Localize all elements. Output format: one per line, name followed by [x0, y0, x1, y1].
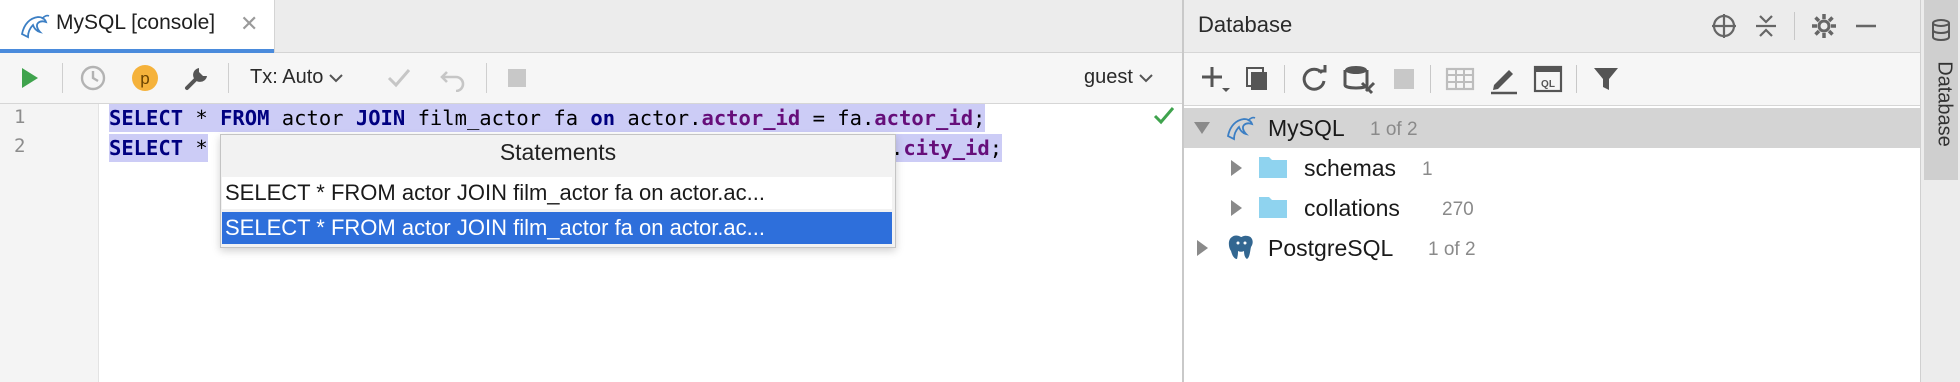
toolbar-divider [486, 63, 487, 93]
sql-keyword: JOIN [355, 106, 406, 130]
tree-node-postgresql[interactable]: PostgreSQL 1 of 2 [1184, 228, 1920, 268]
toolbar-divider [1430, 65, 1431, 93]
database-tree: MySQL 1 of 2 schemas 1 collations 270 Po… [1184, 106, 1920, 382]
crosshair-target-icon[interactable] [1710, 12, 1738, 40]
chevron-right-icon[interactable] [1226, 158, 1246, 178]
panel-title: Database [1198, 12, 1293, 37]
checkmark-icon [1153, 107, 1175, 125]
user-dropdown[interactable]: guest [1084, 66, 1153, 89]
statement-item-selected[interactable]: SELECT * FROM actor JOIN film_actor fa o… [222, 212, 892, 244]
chevron-down-icon [329, 74, 343, 83]
code-line-1: SELECT * FROM actor JOIN film_actor fa o… [109, 104, 986, 132]
toolbar-divider [1576, 65, 1577, 93]
history-icon[interactable] [76, 61, 110, 95]
sql-text: ; [989, 136, 1003, 160]
sql-text: * [183, 136, 208, 160]
tree-node-count: 270 [1442, 199, 1474, 220]
sql-text: ; [973, 106, 986, 130]
tab-mysql-console[interactable]: MySQL [console] ✕ [0, 0, 275, 53]
settings-wrench-icon[interactable] [180, 61, 214, 95]
sql-column: city_id [903, 136, 990, 160]
tree-node-schemas[interactable]: schemas 1 [1184, 148, 1920, 188]
line-number-gutter: 1 2 [0, 104, 99, 382]
sql-column: actor_id [701, 106, 801, 130]
table-icon[interactable] [1444, 63, 1476, 95]
svg-text:p: p [140, 69, 149, 88]
user-label: guest [1084, 66, 1133, 88]
edit-icon[interactable] [1488, 63, 1520, 95]
svg-text:QL: QL [1541, 79, 1555, 90]
sql-keyword: on [590, 106, 616, 130]
stop-icon[interactable] [500, 61, 534, 95]
tree-node-count: 1 of 2 [1370, 119, 1418, 140]
statements-popup: Statements SELECT * FROM actor JOIN film… [220, 134, 896, 248]
sql-text: actor. [615, 106, 702, 130]
schema-badge-icon[interactable]: p [128, 61, 162, 95]
chevron-down-icon[interactable] [1192, 118, 1212, 138]
toolbar-divider [228, 63, 229, 93]
minimize-icon[interactable] [1852, 12, 1880, 40]
line-number: 1 [14, 106, 26, 128]
sql-keyword: FROM [220, 106, 270, 130]
tree-node-label: collations [1304, 195, 1400, 221]
console-toolbar: p Tx: Auto guest [0, 53, 1182, 104]
add-icon[interactable] [1198, 63, 1230, 95]
close-icon[interactable]: ✕ [240, 11, 258, 37]
statement-item[interactable]: SELECT * FROM actor JOIN film_actor fa o… [222, 177, 892, 209]
popup-header: Statements [499, 139, 617, 165]
schema-sync-icon[interactable] [1342, 63, 1376, 95]
filter-icon[interactable] [1590, 63, 1622, 95]
sql-text: * [183, 106, 221, 130]
sql-text: actor [269, 106, 356, 130]
tree-node-mysql[interactable]: MySQL 1 of 2 [1184, 108, 1920, 148]
code-line-2-tail: .city_id; [891, 134, 1003, 162]
mysql-dolphin-icon [20, 14, 50, 39]
tree-node-label: PostgreSQL [1268, 235, 1394, 261]
sql-text: = fa. [800, 106, 875, 130]
sql-keyword: SELECT [109, 136, 184, 160]
tx-label: Tx: Auto [250, 66, 324, 88]
toolbar-divider [62, 63, 63, 93]
folder-icon [1259, 197, 1287, 218]
rollback-icon[interactable] [436, 61, 470, 95]
code-line-2: SELECT * [109, 134, 208, 162]
tool-window-stripe: Database [1920, 0, 1960, 382]
tree-node-count: 1 [1422, 159, 1433, 180]
duplicate-icon[interactable] [1242, 63, 1274, 95]
editor-pane: MySQL [console] ✕ p Tx: Auto guest 1 2 S… [0, 0, 1182, 382]
database-stripe-label: Database [1933, 61, 1956, 147]
sql-column: actor_id [874, 106, 974, 130]
database-tool-window-button[interactable]: Database [1924, 0, 1958, 180]
postgresql-elephant-icon [1228, 235, 1253, 259]
sql-console-icon[interactable]: QL [1532, 63, 1564, 95]
mysql-dolphin-icon [1226, 116, 1256, 141]
database-panel-header: Database [1184, 0, 1920, 53]
sql-text: film_actor fa [405, 106, 591, 130]
sql-keyword: SELECT [109, 106, 184, 130]
folder-icon [1259, 157, 1287, 178]
chevron-down-icon [1138, 74, 1153, 83]
database-panel: Database QL MySQL 1 of 2 schemas 1 colla… [1184, 0, 1920, 382]
tree-node-label: schemas [1304, 155, 1397, 181]
stop-icon[interactable] [1390, 65, 1418, 93]
editor-tab-bar: MySQL [console] ✕ [0, 0, 1182, 53]
line-number: 2 [14, 135, 26, 157]
tab-title: MySQL [console] [56, 11, 216, 34]
database-icon [1932, 19, 1950, 41]
gear-icon[interactable] [1810, 12, 1838, 40]
run-icon[interactable] [12, 61, 46, 95]
commit-check-icon[interactable] [382, 61, 416, 95]
chevron-right-icon[interactable] [1192, 238, 1212, 258]
collapse-all-icon[interactable] [1752, 12, 1780, 40]
tree-node-label: MySQL [1268, 115, 1345, 141]
chevron-right-icon[interactable] [1226, 198, 1246, 218]
refresh-icon[interactable] [1298, 63, 1330, 95]
transaction-mode-dropdown[interactable]: Tx: Auto [250, 66, 343, 89]
database-toolbar: QL [1184, 53, 1920, 106]
header-divider [1794, 12, 1795, 40]
toolbar-divider [1284, 65, 1285, 93]
tree-node-count: 1 of 2 [1428, 239, 1476, 260]
tree-node-collations[interactable]: collations 270 [1184, 188, 1920, 228]
